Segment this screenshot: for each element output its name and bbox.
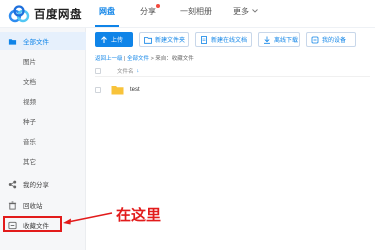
offline-download-label: 离线下载 — [274, 38, 299, 44]
folder-icon — [111, 86, 124, 95]
select-all-checkbox[interactable] — [95, 68, 101, 74]
file-name[interactable]: test — [130, 87, 140, 93]
sidebar-item-label: 音乐 — [23, 139, 36, 146]
nav-more[interactable]: 更多 — [233, 6, 249, 17]
upload-button[interactable]: 上传 — [95, 32, 133, 47]
new-folder-button[interactable]: 新建文件夹 — [139, 32, 189, 47]
breadcrumb-back-link[interactable]: 返回上一级 — [95, 56, 123, 62]
my-devices-label: 我的设备 — [322, 38, 347, 44]
device-icon — [311, 36, 319, 43]
document-icon — [201, 35, 207, 44]
sidebar-item-others[interactable]: 其它 — [0, 152, 86, 170]
nav-netdisk[interactable]: 网盘 — [99, 6, 115, 17]
sort-arrow-icon[interactable]: ↓ — [137, 68, 140, 74]
nav-album[interactable]: 一刻相册 — [180, 6, 212, 17]
top-bar: 百度网盘 网盘 分享 一刻相册 更多 — [0, 0, 375, 28]
breadcrumb: 返回上一级 | 全部文件 > 来自：收藏文件 — [95, 54, 194, 62]
annotation-highlight-box — [3, 216, 62, 232]
upload-label: 上传 — [111, 38, 124, 44]
chevron-down-icon[interactable] — [252, 9, 258, 13]
download-icon — [264, 36, 270, 44]
file-list-header: 文件名 ↓ — [95, 66, 370, 77]
sidebar-item-label: 种子 — [23, 119, 36, 126]
app-name: 百度网盘 — [34, 9, 82, 21]
sidebar-item-label: 其它 — [23, 159, 36, 166]
my-devices-button[interactable]: 我的设备 — [306, 32, 356, 47]
sidebar-item-videos[interactable]: 视频 — [0, 92, 86, 110]
offline-download-button[interactable]: 离线下载 — [258, 32, 300, 47]
sidebar-item-all-files[interactable]: 全部文件 — [0, 32, 86, 50]
table-row[interactable]: test — [95, 82, 370, 98]
share-icon — [8, 180, 17, 188]
app-logo[interactable]: 百度网盘 — [8, 4, 82, 24]
breadcrumb-all-files-link[interactable]: 全部文件 — [127, 56, 149, 62]
sidebar-item-label: 全部文件 — [23, 39, 49, 46]
nav-active-indicator — [95, 25, 119, 27]
new-folder-icon — [144, 36, 152, 44]
baidu-netdisk-logo-icon — [8, 5, 30, 23]
annotation-text: 在这里 — [116, 206, 162, 224]
nav-share[interactable]: 分享 — [140, 6, 156, 17]
new-online-doc-button[interactable]: 新建在线文档 — [195, 32, 252, 47]
sidebar-item-label: 图片 — [23, 59, 36, 66]
sidebar-item-docs[interactable]: 文档 — [0, 72, 86, 90]
sidebar-item-label: 文档 — [23, 79, 36, 86]
folder-icon — [8, 38, 17, 45]
share-notification-badge — [156, 4, 160, 8]
sidebar-item-label: 回收站 — [23, 203, 43, 210]
upload-icon — [101, 35, 107, 43]
trash-icon — [8, 200, 17, 210]
sidebar-item-music[interactable]: 音乐 — [0, 132, 86, 150]
new-online-doc-label: 新建在线文档 — [211, 38, 248, 44]
sidebar-item-label: 视频 — [23, 99, 36, 106]
breadcrumb-current: > 来自：收藏文件 — [150, 56, 194, 62]
sidebar-item-label: 我的分享 — [23, 182, 49, 189]
sidebar-item-images[interactable]: 图片 — [0, 52, 86, 70]
breadcrumb-separator: | — [124, 56, 126, 62]
new-folder-label: 新建文件夹 — [155, 38, 186, 44]
sidebar-item-torrents[interactable]: 种子 — [0, 112, 86, 130]
annotation-arrow-icon — [63, 212, 113, 225]
sidebar-item-my-shares[interactable]: 我的分享 — [0, 175, 86, 193]
row-checkbox[interactable] — [95, 87, 101, 93]
column-filename[interactable]: 文件名 — [117, 67, 134, 75]
